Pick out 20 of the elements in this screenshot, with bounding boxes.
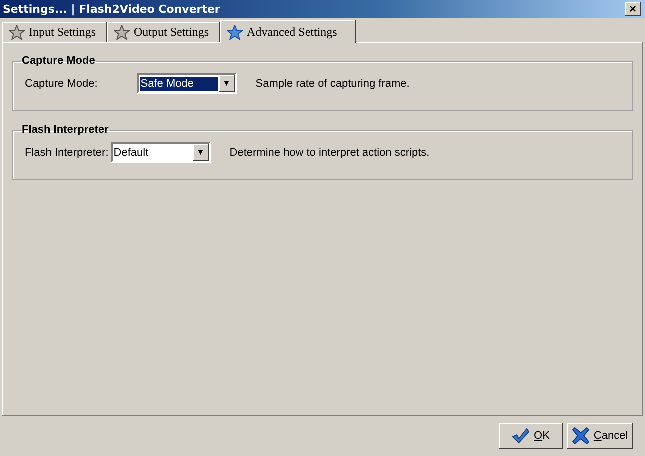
checkmark-icon xyxy=(512,428,530,444)
description-text: Sample rate of capturing frame. xyxy=(256,78,410,90)
star-icon xyxy=(114,25,130,40)
ok-button[interactable]: OK xyxy=(499,423,563,449)
star-icon xyxy=(9,25,25,40)
group-title: Flash Interpreter xyxy=(21,124,110,136)
field-label: Flash Interpreter: xyxy=(25,146,109,158)
tab[interactable]: Input Settings xyxy=(2,22,108,42)
window-title: Settings... | Flash2Video Converter xyxy=(3,2,220,16)
cancel-button[interactable]: Cancel xyxy=(567,423,633,449)
tab[interactable]: Advanced Settings xyxy=(220,20,356,43)
dropdown[interactable]: Default ▼ xyxy=(110,142,211,163)
close-button[interactable]: × xyxy=(625,2,641,16)
tab[interactable]: Output Settings xyxy=(107,22,220,42)
star-icon xyxy=(227,24,244,40)
description-text: Determine how to interpret action scripts. xyxy=(230,146,430,158)
group-title: Capture Mode xyxy=(21,55,96,67)
field-label: Capture Mode: xyxy=(25,78,98,90)
dropdown[interactable]: Safe Mode ▼ xyxy=(136,73,237,94)
cancel-icon xyxy=(572,427,590,445)
